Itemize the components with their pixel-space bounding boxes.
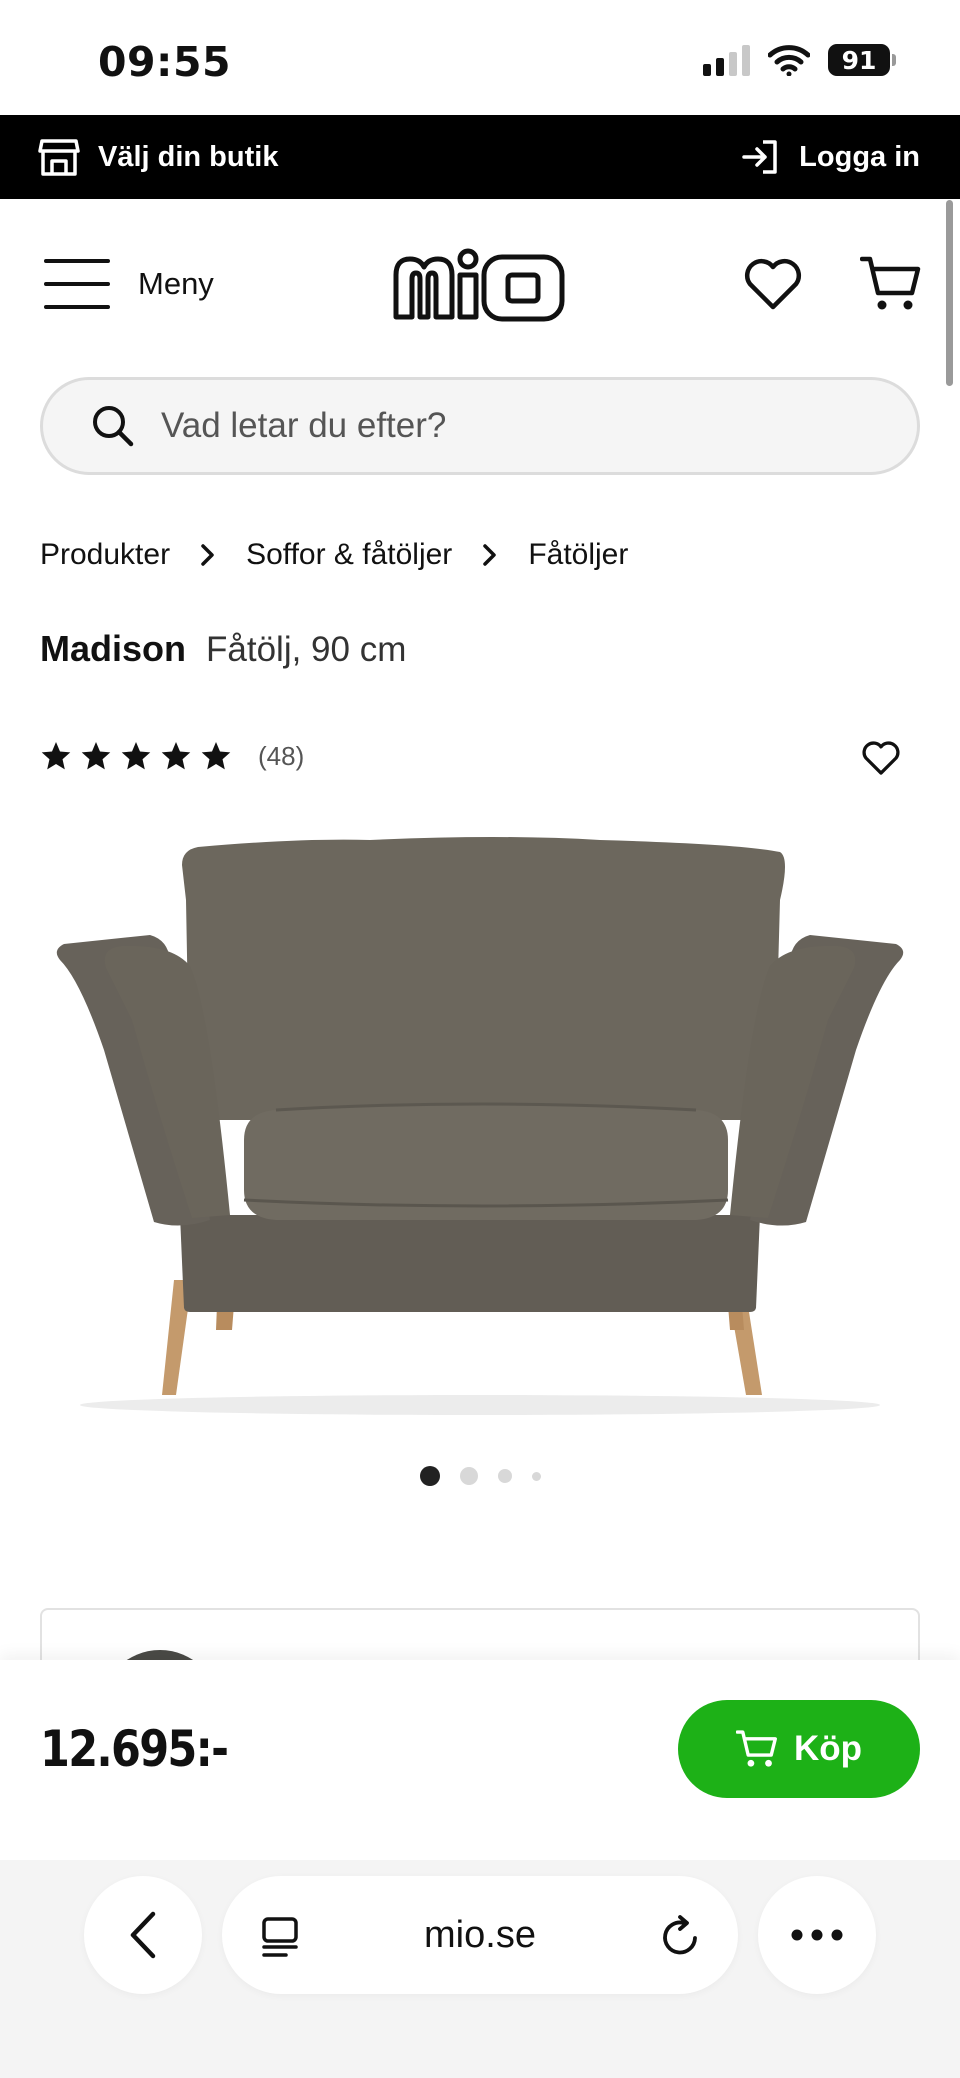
cart-icon[interactable]: [860, 255, 922, 313]
menu-button[interactable]: Meny: [44, 259, 214, 309]
star-icon: [81, 742, 111, 770]
favorite-heart-icon[interactable]: [862, 740, 900, 776]
status-bar: 09:55 91: [0, 0, 960, 115]
wishlist-heart-icon[interactable]: [744, 257, 802, 311]
login-label: Logga in: [799, 140, 920, 173]
review-count: (48): [258, 740, 305, 771]
buy-label: Köp: [793, 1729, 863, 1768]
product-image[interactable]: [40, 820, 920, 1420]
star-icon: [201, 742, 231, 770]
carousel-dot-3[interactable]: [497, 1469, 512, 1483]
carousel-dot-2[interactable]: [459, 1467, 478, 1485]
product-description: Fåtölj, 90 cm: [206, 630, 407, 669]
rating-stars: [40, 740, 232, 772]
signal-icon: [703, 44, 750, 76]
login-icon: [742, 140, 777, 174]
store-bar: Välj din butik Logga in: [0, 115, 960, 199]
more-button[interactable]: [758, 1876, 876, 1994]
choose-store-label: Välj din butik: [98, 140, 279, 173]
breadcrumb: Produkter Soffor & fåtöljer Fåtöljer: [40, 538, 628, 572]
product-name: Madison: [40, 628, 187, 669]
product-price: 12.695:-: [40, 1720, 229, 1778]
breadcrumb-produkter[interactable]: Produkter: [40, 538, 170, 572]
login-button[interactable]: Logga in: [741, 115, 920, 199]
star-icon: [121, 742, 151, 770]
battery-icon: 91: [828, 44, 896, 76]
menu-icon: [44, 259, 110, 309]
chevron-right-icon: [200, 543, 216, 567]
search-bar[interactable]: [40, 377, 920, 475]
more-icon: [791, 1929, 843, 1941]
search-icon: [93, 406, 134, 447]
menu-label: Meny: [138, 266, 214, 301]
status-icons: 91: [703, 44, 896, 76]
star-icon: [41, 742, 71, 770]
status-time: 09:55: [98, 38, 232, 86]
wifi-icon: [768, 45, 810, 76]
back-button[interactable]: [84, 1876, 202, 1994]
image-carousel-dots: [0, 1466, 960, 1486]
breadcrumb-fatoljer[interactable]: Fåtöljer: [528, 538, 628, 572]
product-rating[interactable]: (48): [40, 740, 304, 772]
carousel-dot-4[interactable]: [531, 1471, 541, 1481]
browser-toolbar: mio.se: [0, 1860, 960, 2078]
cart-icon: [735, 1730, 777, 1767]
star-icon: [161, 742, 191, 770]
choose-store-button[interactable]: Välj din butik: [38, 115, 278, 199]
address-bar[interactable]: mio.se: [222, 1876, 738, 1994]
reload-icon[interactable]: [660, 1914, 702, 1958]
site-header: Meny: [0, 199, 960, 374]
carousel-dot-1[interactable]: [419, 1466, 440, 1486]
store-icon: [38, 139, 80, 176]
chevron-right-icon: [482, 543, 498, 567]
mio-logo[interactable]: [390, 247, 568, 329]
search-input[interactable]: [161, 406, 861, 446]
page-scrollbar[interactable]: [946, 200, 953, 386]
breadcrumb-soffor-fatoljer[interactable]: Soffor & fåtöljer: [246, 538, 452, 572]
buy-button[interactable]: Köp: [678, 1700, 920, 1798]
battery-level: 91: [828, 44, 890, 76]
product-title: Madison Fåtölj, 90 cm: [40, 628, 406, 670]
back-icon: [130, 1911, 156, 1959]
